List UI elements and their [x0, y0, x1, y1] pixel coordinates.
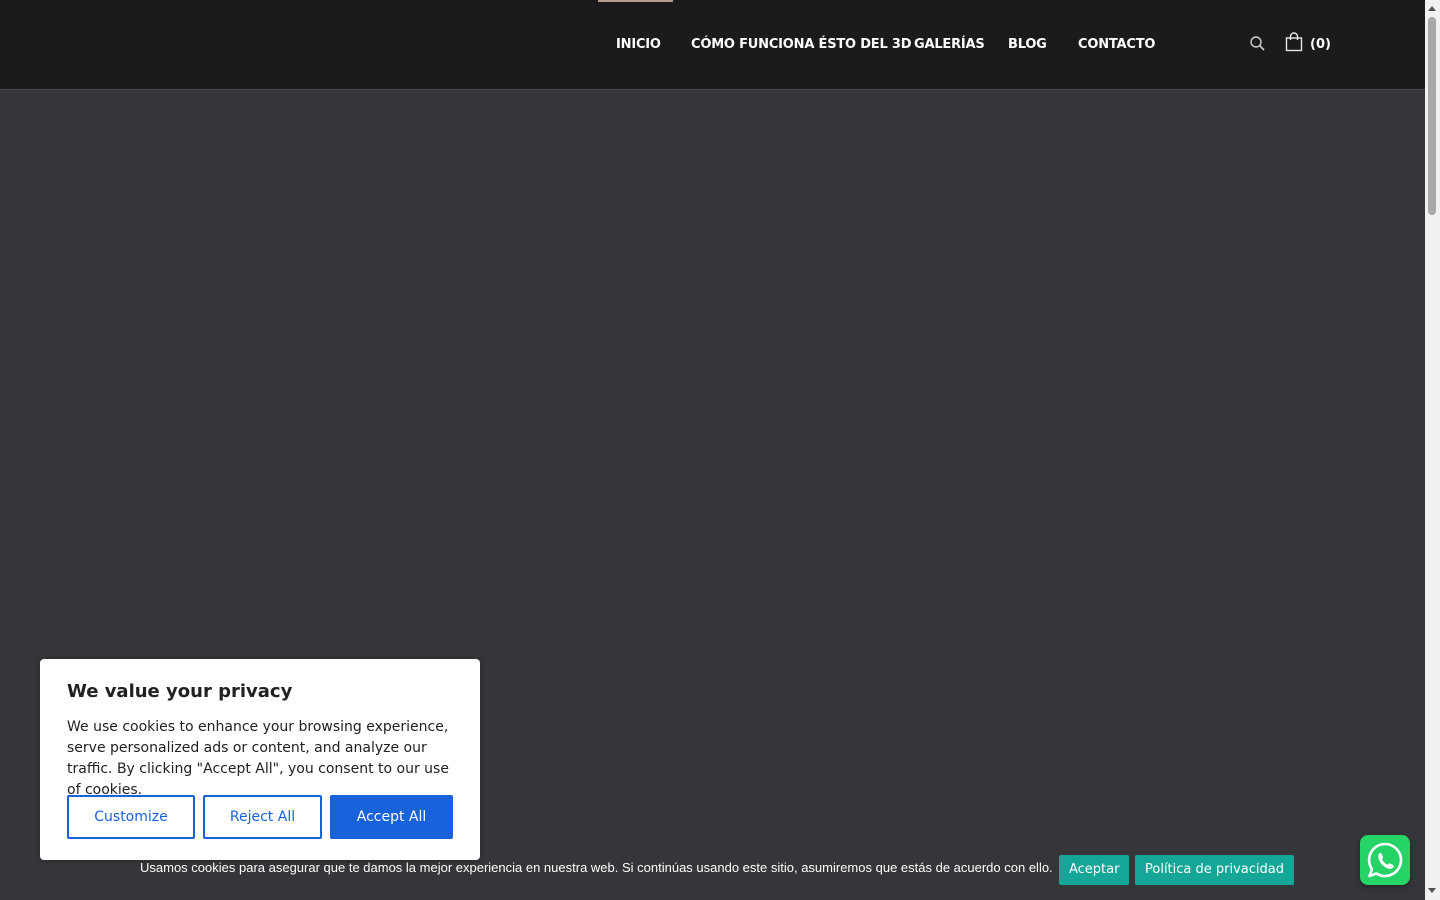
search-icon[interactable] — [1249, 35, 1267, 53]
whatsapp-icon — [1360, 842, 1410, 889]
nav-item-inicio[interactable]: INICIO — [616, 0, 661, 89]
scroll-up-icon[interactable] — [1428, 6, 1436, 11]
privacy-dialog-title: We value your privacy — [67, 681, 293, 702]
nav-item-blog[interactable]: BLOG — [1008, 0, 1047, 89]
site-header: INICIO CÓMO FUNCIONA ÉSTO DEL 3D GALERÍA… — [0, 0, 1425, 90]
reject-all-button[interactable]: Reject All — [203, 795, 322, 839]
whatsapp-button[interactable] — [1360, 835, 1410, 885]
privacy-policy-button[interactable]: Política de privacidad — [1135, 855, 1294, 885]
nav-item-galerias[interactable]: GALERÍAS — [914, 0, 985, 89]
cookie-accept-button[interactable]: Aceptar — [1059, 855, 1130, 885]
nav-item-como-funciona[interactable]: CÓMO FUNCIONA ÉSTO DEL 3D — [691, 0, 912, 89]
scroll-down-icon[interactable] — [1428, 888, 1436, 893]
nav-item-contacto[interactable]: CONTACTO — [1078, 0, 1155, 89]
scroll-thumb[interactable] — [1428, 17, 1436, 215]
privacy-dialog-body: We use cookies to enhance your browsing … — [67, 719, 449, 798]
cookie-notice-text: Usamos cookies para asegurar que te damo… — [140, 860, 1053, 875]
shopping-bag-icon — [1285, 31, 1303, 57]
cart-count: (0) — [1310, 36, 1331, 52]
accept-all-button[interactable]: Accept All — [330, 795, 453, 839]
customize-button[interactable]: Customize — [67, 795, 195, 839]
cart-button[interactable]: (0) — [1285, 31, 1331, 57]
page-scrollbar[interactable] — [1425, 0, 1440, 900]
privacy-consent-dialog: We value your privacy We use cookies to … — [40, 659, 480, 860]
